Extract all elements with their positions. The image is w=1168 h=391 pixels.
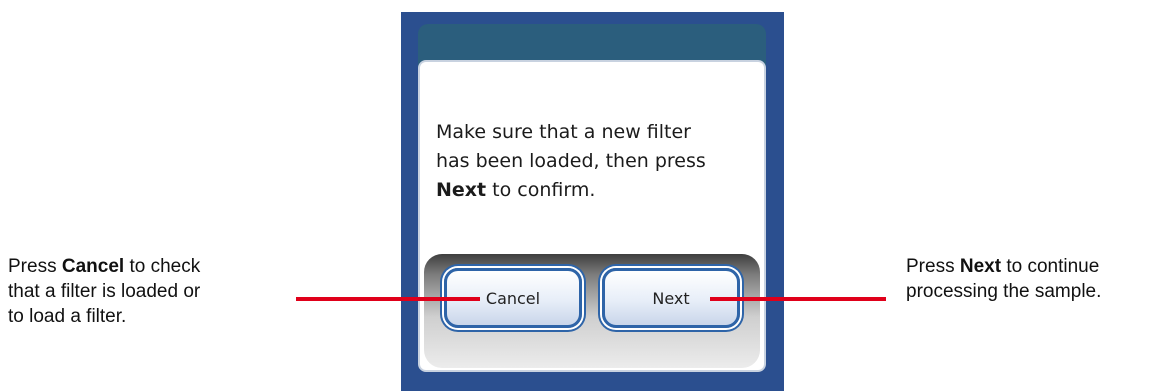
next-callout-bold: Next	[959, 256, 1002, 277]
cancel-callout-text: Press Cancel to check that a filter is l…	[8, 254, 278, 329]
cancel-callout-line3: to load a filter.	[8, 306, 127, 327]
dialog-message-suffix: to confirm.	[486, 179, 596, 201]
cancel-callout-line	[296, 297, 480, 301]
next-callout-line	[710, 297, 886, 301]
next-callout-prefix: Press	[906, 256, 960, 277]
next-callout-text: Press Next to continue processing the sa…	[906, 254, 1168, 304]
next-callout-suffix: to continue	[1001, 256, 1100, 277]
cancel-callout-bold: Cancel	[61, 256, 125, 277]
next-button-label: Next	[652, 288, 690, 308]
cancel-callout-suffix: to check	[124, 256, 201, 277]
cancel-callout-line2: that a filter is loaded or	[8, 281, 201, 302]
cancel-button-label: Cancel	[485, 288, 541, 308]
dialog-message-line1: Make sure that a new filter	[436, 121, 691, 143]
cancel-callout-prefix: Press	[8, 256, 62, 277]
dialog-message-line2: has been loaded, then press	[436, 150, 706, 172]
next-callout-line2: processing the sample.	[906, 281, 1102, 302]
dialog-message: Make sure that a new filter has been loa…	[436, 118, 756, 205]
dialog-message-bold: Next	[436, 179, 487, 201]
